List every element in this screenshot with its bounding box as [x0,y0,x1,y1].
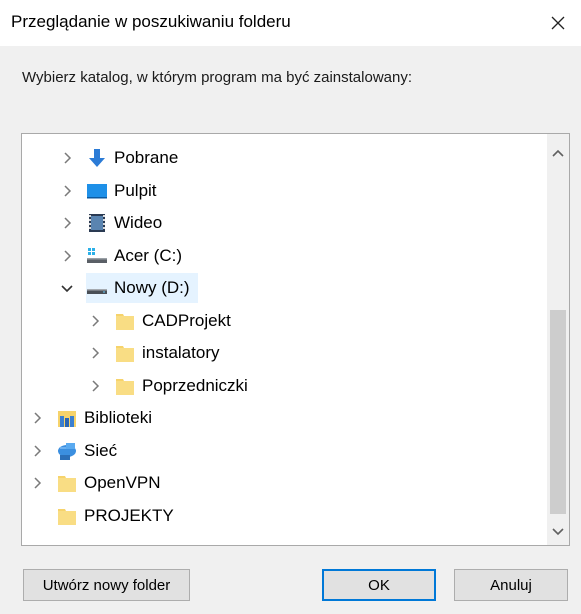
tree-item-label: Nowy (D:) [114,278,190,297]
tree-item[interactable]: Pulpit [22,175,544,207]
expand-chevron-icon[interactable] [60,184,74,198]
expand-chevron-icon[interactable] [30,476,44,490]
vertical-scrollbar[interactable] [547,134,569,545]
tree-item[interactable]: Poprzedniczki [22,370,544,402]
tree-item[interactable]: Nowy (D:) [22,272,544,304]
scroll-down-button[interactable] [547,521,569,543]
tree-item-label: Pulpit [114,180,157,200]
scrollbar-thumb[interactable] [550,310,566,514]
video-icon [86,212,108,234]
expand-chevron-icon[interactable] [60,216,74,230]
close-button[interactable] [535,0,581,46]
scroll-up-button[interactable] [547,142,569,164]
folder-icon [114,342,136,364]
expand-chevron-icon[interactable] [88,314,102,328]
drive-icon [86,277,108,299]
tree-item-content[interactable]: Pobrane [86,143,186,173]
tree-item-label: Poprzedniczki [142,375,248,395]
tree-item-label: CADProjekt [142,310,231,330]
tree-item[interactable]: instalatory [22,337,544,369]
expand-chevron-icon[interactable] [30,444,44,458]
tree-item-content[interactable]: Nowy (D:) [86,273,198,303]
system-drive-icon [86,245,108,267]
network-icon [56,440,78,462]
folder-tree[interactable]: Pobrane Pulpit Wideo Acer (C:) Nowy (D:) CADP… [21,133,570,546]
tree-item[interactable]: Acer (C:) [22,240,544,272]
libraries-icon [56,407,78,429]
tree-item-label: Wideo [114,213,163,232]
expand-chevron-icon[interactable] [30,411,44,425]
title-bar: Przeglądanie w poszukiwaniu folderu [0,0,581,46]
tree-item-content[interactable]: OpenVPN [56,468,169,498]
tree-item[interactable]: CADProjekt [22,305,544,337]
tree-item[interactable]: Biblioteki [22,402,544,434]
tree-item-content[interactable]: Biblioteki [56,403,160,433]
new-folder-button[interactable]: Utwórz nowy folder [23,569,190,601]
tree-item[interactable]: Wideo [22,207,544,239]
cancel-button[interactable]: Anuluj [454,569,568,601]
folder-icon [56,505,78,527]
tree-item-content[interactable]: instalatory [114,338,227,368]
ok-button[interactable]: OK [322,569,436,601]
expand-chevron-icon[interactable] [88,346,102,360]
expand-chevron-icon[interactable] [88,379,102,393]
instruction-text: Wybierz katalog, w którym program ma być… [22,69,412,86]
collapse-chevron-icon[interactable] [60,281,74,295]
tree-item-label: Acer (C:) [114,245,182,265]
close-icon [551,16,565,30]
tree-item-label: PROJEKTY [84,505,174,525]
tree-item-label: OpenVPN [84,473,161,492]
no-expander [30,509,44,523]
tree-item[interactable]: OpenVPN [22,467,544,499]
tree-item-label: Sieć [84,440,118,460]
chevron-down-icon [552,528,564,536]
expand-chevron-icon[interactable] [60,249,74,263]
tree-item-content[interactable]: Pulpit [86,176,165,206]
tree-item-content[interactable]: Sieć [56,436,125,466]
folder-icon [114,310,136,332]
tree-item-content[interactable]: CADProjekt [114,306,239,336]
tree-item-label: instalatory [142,343,220,362]
tree-item-content[interactable]: PROJEKTY [56,501,182,531]
tree-item[interactable]: Sieć [22,435,544,467]
download-arrow-icon [86,147,108,169]
tree-item-label: Pobrane [114,148,179,167]
folder-icon [114,375,136,397]
expand-chevron-icon[interactable] [60,151,74,165]
folder-icon [56,472,78,494]
tree-item[interactable]: Pobrane [22,142,544,174]
window-title: Przeglądanie w poszukiwaniu folderu [11,12,291,31]
tree-item[interactable]: PROJEKTY [22,500,544,532]
tree-item-label: Biblioteki [84,408,153,427]
chevron-up-icon [552,149,564,157]
browse-folder-dialog: Przeglądanie w poszukiwaniu folderu Wybi… [0,0,581,614]
desktop-icon [86,180,108,202]
tree-item-content[interactable]: Wideo [86,208,170,238]
tree-item-content[interactable]: Acer (C:) [86,241,190,271]
tree-item-content[interactable]: Poprzedniczki [114,371,256,401]
